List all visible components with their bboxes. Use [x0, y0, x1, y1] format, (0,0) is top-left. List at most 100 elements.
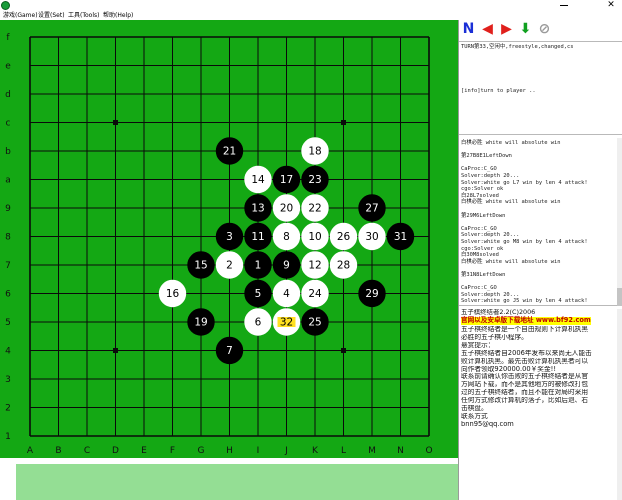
- app-icon: [1, 1, 10, 10]
- about-line: 任何方式修改计算机的落子，比如后退、右: [461, 397, 589, 405]
- row-label: 6: [5, 290, 11, 300]
- row-label: f: [6, 33, 10, 43]
- stone-number: 19: [194, 317, 207, 329]
- stop-button[interactable]: ⊘: [537, 22, 552, 37]
- new-game-button[interactable]: N: [461, 22, 476, 37]
- log-line: 白棋必胜 white will absolute win: [461, 199, 561, 206]
- log-line: CaProc:C_GO: [461, 166, 497, 173]
- menu-tools[interactable]: 工具(Tools): [68, 11, 99, 20]
- log-line: 第27B8E1LeftDown: [461, 153, 512, 160]
- solver-log[interactable]: 白棋必胜 white will absolute win 第27B8E1Left…: [459, 138, 622, 306]
- log-line: Solver:white go J5 win by len 4 attack!: [461, 298, 588, 305]
- column-label: B: [55, 446, 61, 456]
- column-label: D: [112, 446, 119, 456]
- row-label: 1: [5, 432, 11, 442]
- column-label: E: [141, 446, 147, 456]
- about-line: 过的五子棋终结者，而且不能在对局时采用: [461, 389, 589, 397]
- column-label: M: [368, 446, 376, 456]
- stone-number: 32: [280, 317, 293, 329]
- row-label: b: [5, 147, 11, 157]
- stone-number: 18: [308, 146, 321, 158]
- log-lines: 白棋必胜 white will absolute win 第27B8E1Left…: [461, 140, 588, 305]
- stone-number: 16: [166, 288, 180, 300]
- log-scrollbar[interactable]: [617, 138, 622, 306]
- back-button[interactable]: ◀: [480, 22, 495, 37]
- stone-number: 11: [251, 231, 264, 243]
- stone-number: 29: [365, 288, 378, 300]
- column-label: J: [284, 446, 288, 456]
- about-line: 击棋盘。: [461, 405, 488, 413]
- log-line: 白棋必胜 white will absolute win: [461, 258, 561, 265]
- stone-number: 4: [283, 288, 290, 300]
- column-label: L: [341, 446, 346, 456]
- log-line: Solver:depth 20...: [461, 291, 520, 298]
- column-label: F: [170, 446, 175, 456]
- stone-number: 30: [365, 231, 378, 243]
- about-line: 向作者领取920000.00￥奖金!!: [461, 365, 557, 373]
- right-panel: N ◀ ▶ ⬇ ⊘ TURN第33,空闲中,freestyle,changed,cs […: [458, 20, 622, 500]
- row-label: 8: [5, 233, 11, 243]
- column-label: K: [312, 446, 319, 456]
- stone-number: 17: [280, 174, 293, 186]
- column-label: G: [198, 446, 205, 456]
- stone-number: 12: [308, 260, 321, 272]
- row-label: 7: [5, 261, 11, 271]
- about-line: 败计算机执黑。最先击败计算机执黑者可以: [461, 357, 589, 365]
- row-label: 9: [5, 204, 11, 214]
- stone-number: 24: [308, 288, 322, 300]
- menu-bar: 游戏(Game) 设置(Set) 工具(Tools) 帮助(Help): [0, 11, 460, 20]
- toolbar: N ◀ ▶ ⬇ ⊘: [459, 20, 622, 40]
- column-label: N: [397, 446, 404, 456]
- title-bar: ✕: [0, 0, 622, 11]
- stone-number: 31: [394, 231, 407, 243]
- stone-number: 9: [283, 260, 290, 272]
- gomoku-board-area[interactable]: fedcba987654321ABCDEFGHIJKLMNO1234567891…: [0, 20, 458, 458]
- log-line: cgo:Solver ok: [461, 186, 504, 193]
- status-line: TURN第33,空闲中,freestyle,changed,cs: [461, 44, 574, 50]
- about-line: 必胜的五子棋小程序。: [461, 333, 528, 341]
- about-body: 五子棋终结者是一个自由规则下计算机执黑 必胜的五子棋小程序。 悬赏提示： 五子棋终结者…: [461, 326, 619, 429]
- menu-set[interactable]: 设置(Set): [38, 11, 65, 20]
- stone-number: 15: [194, 260, 207, 272]
- close-button[interactable]: ✕: [606, 0, 616, 10]
- log-line: 第29M6LeftDown: [461, 212, 506, 219]
- stone-number: 5: [255, 288, 262, 300]
- stone-number: 2: [226, 260, 233, 272]
- stone-number: 8: [283, 231, 290, 243]
- row-label: 3: [5, 375, 11, 385]
- menu-game[interactable]: 游戏(Game): [3, 11, 38, 20]
- row-label: 2: [5, 404, 11, 414]
- about-box[interactable]: 五子棋终结者2.2(C)2006 官网以及安卓版下载地址 www.bf92.co…: [459, 309, 622, 500]
- solve-button[interactable]: ⬇: [518, 22, 533, 37]
- about-line: 悬赏提示：: [461, 341, 495, 349]
- forward-button[interactable]: ▶: [499, 22, 514, 37]
- download-link[interactable]: 官网以及安卓版下载地址 www.bf92.com: [461, 316, 591, 325]
- about-line: 方网站下载，而不是其他地方的被修改打包: [461, 381, 589, 389]
- stone-number: 25: [308, 317, 321, 329]
- about-line: 联系前请确认你击败的五子棋终结者是从官: [461, 373, 589, 381]
- log-scrollbar-thumb[interactable]: [617, 288, 622, 306]
- about-line: 联系方式: [461, 412, 488, 420]
- stone-number: 26: [337, 231, 351, 243]
- log-line: Solver:white go M8 win by len 4 attack!: [461, 238, 588, 245]
- gomoku-board[interactable]: fedcba987654321A B C D E F G H I J K L M N O1234567891…: [0, 20, 458, 458]
- row-label: 5: [5, 318, 11, 328]
- about-scrollbar[interactable]: [617, 309, 622, 500]
- stone-number: 3: [226, 231, 233, 243]
- column-label: I: [257, 446, 260, 456]
- row-label: c: [6, 119, 11, 129]
- info-line: [info]turn to player ..: [461, 88, 536, 94]
- minimize-button[interactable]: [560, 5, 568, 6]
- log-line: CaProc:C_GO: [461, 225, 497, 232]
- status-box: TURN第33,空闲中,freestyle,changed,cs [info]t…: [459, 41, 622, 135]
- stone-number: 28: [337, 260, 350, 272]
- menu-help[interactable]: 帮助(Help): [103, 11, 133, 20]
- column-label: C: [84, 446, 90, 456]
- stone-number: 1: [255, 260, 262, 272]
- stone-number: 20: [280, 203, 293, 215]
